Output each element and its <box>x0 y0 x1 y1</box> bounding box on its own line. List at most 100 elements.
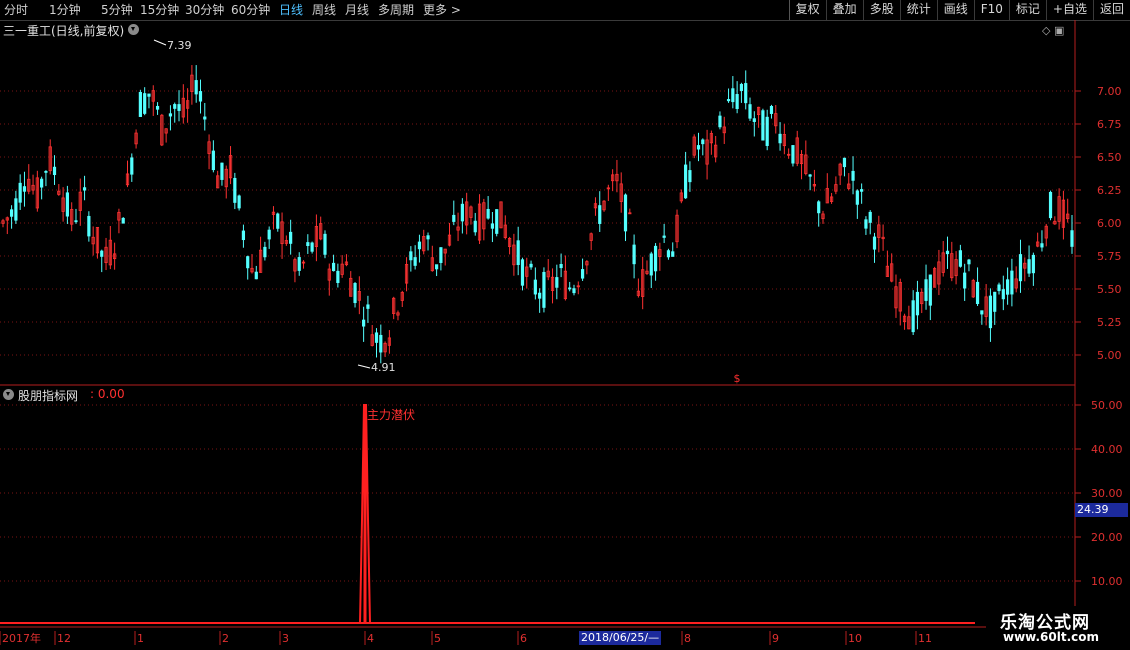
indicator-options-dropdown-icon[interactable] <box>3 389 14 400</box>
candle-down <box>542 271 546 308</box>
candle-down <box>374 332 379 343</box>
candle-down <box>1027 259 1031 274</box>
mark-button[interactable]: 标记 <box>1008 0 1046 20</box>
time-axis-label: 9 <box>772 632 779 645</box>
candle-down <box>1048 191 1053 219</box>
indicator-value: : 0.00 <box>90 387 125 401</box>
candle-down <box>808 174 812 177</box>
tab-period-more[interactable]: 更多 > <box>423 2 461 18</box>
price-tick-label: 5.75 <box>1097 250 1122 263</box>
candle-down <box>842 157 847 168</box>
cursor-date-label: 2018/06/25/— <box>579 631 662 645</box>
candle-down <box>1070 230 1074 247</box>
candle-down <box>173 104 177 109</box>
stats-button[interactable]: 统计 <box>899 0 937 20</box>
candle-down <box>791 145 795 164</box>
candle-down <box>529 263 533 268</box>
candle-down <box>924 279 928 301</box>
candle-down <box>662 235 666 238</box>
panel-toggle-icon[interactable]: ▣ <box>1054 24 1064 37</box>
candle-down <box>598 205 602 224</box>
diamond-icon[interactable]: ◇ <box>1042 24 1050 37</box>
candle-down <box>860 189 864 192</box>
time-axis-label: 4 <box>367 632 374 645</box>
candle-down <box>14 198 18 221</box>
candle-down <box>490 223 495 229</box>
tab-period-60min[interactable]: 60分钟 <box>231 2 270 18</box>
candle-down <box>168 113 173 117</box>
candle-down <box>198 91 203 102</box>
candle-down <box>735 94 739 109</box>
candle-down <box>855 190 859 205</box>
candle-down <box>915 291 920 316</box>
candle-down <box>1040 243 1044 248</box>
back-button[interactable]: 返回 <box>1092 0 1130 20</box>
candle-down <box>872 236 877 250</box>
period-toolbar: 分时 1分钟 5分钟 15分钟 30分钟 60分钟 日线 周线 月线 多周期 更… <box>0 0 1130 21</box>
multi-stock-button[interactable]: 多股 <box>862 0 900 20</box>
candle-down <box>696 145 701 150</box>
tab-period-30min[interactable]: 30分钟 <box>185 2 224 18</box>
tab-period-15min[interactable]: 15分钟 <box>140 2 179 18</box>
indicator-tick-label: 10.00 <box>1091 575 1123 588</box>
candle-down <box>769 105 774 114</box>
candle-down <box>555 277 559 288</box>
candle-down <box>473 220 477 233</box>
candle-down <box>417 241 422 250</box>
tab-period-1min[interactable]: 1分钟 <box>49 2 81 18</box>
stock-options-dropdown-icon[interactable] <box>128 24 139 35</box>
candle-down <box>520 259 525 286</box>
window-controls: ◇ ▣ <box>1042 24 1064 37</box>
candle-down <box>74 220 78 223</box>
candle-down <box>997 284 1001 292</box>
candle-down <box>409 251 413 261</box>
candle-down <box>1031 254 1035 274</box>
tab-period-fenshi[interactable]: 分时 <box>4 2 28 18</box>
f10-button[interactable]: F10 <box>973 0 1009 20</box>
candle-down <box>426 235 430 240</box>
time-axis-label: 2017年 <box>2 631 41 645</box>
time-axis-label: 11 <box>918 632 932 645</box>
candle-down <box>435 264 439 270</box>
signal-label: 主力潜伏 <box>367 408 415 422</box>
candle-down <box>495 209 499 234</box>
candle-down <box>864 219 868 229</box>
time-axis-label: 3 <box>282 632 289 645</box>
candle-down <box>9 209 14 217</box>
stock-title: 三一重工(日线,前复权) <box>3 24 125 38</box>
candle-down <box>323 233 327 255</box>
add-watchlist-button[interactable]: +自选 <box>1045 0 1093 20</box>
tab-period-daily[interactable]: 日线 <box>279 2 303 18</box>
candle-down <box>684 164 688 199</box>
candle-down <box>289 231 293 244</box>
draw-line-button[interactable]: 画线 <box>936 0 974 20</box>
candle-down <box>572 288 576 294</box>
tab-period-5min[interactable]: 5分钟 <box>101 2 133 18</box>
candle-down <box>726 99 731 102</box>
candle-down <box>559 264 563 269</box>
candle-down <box>194 80 198 95</box>
candle-down <box>744 83 748 104</box>
tab-period-multi[interactable]: 多周期 <box>378 2 414 18</box>
candle-down <box>336 270 340 284</box>
candle-down <box>568 287 572 290</box>
fuquan-button[interactable]: 复权 <box>788 0 826 20</box>
candle-down <box>765 116 769 146</box>
candle-down <box>65 192 69 217</box>
candle-down <box>263 246 267 258</box>
time-axis-label: 2 <box>222 632 229 645</box>
tab-period-weekly[interactable]: 周线 <box>312 2 336 18</box>
candle-down <box>748 104 752 119</box>
candle-down <box>623 194 628 232</box>
toolbar-right-buttons: 复权 叠加 多股 统计 画线 F10 标记 +自选 返回 <box>788 0 1130 20</box>
max-price-label: 7.39 <box>167 39 192 52</box>
candle-down <box>1018 254 1023 282</box>
candle-down <box>993 291 997 312</box>
overlay-button[interactable]: 叠加 <box>825 0 863 20</box>
indicator-title: 股朋指标网 <box>18 389 79 403</box>
min-price-pointer <box>357 364 371 369</box>
kline-chart[interactable]: 7.00 6.75 6.50 6.25 6.00 5.75 5.50 5.25 5.00 50.0… <box>0 20 1130 650</box>
candle-down <box>155 105 160 110</box>
candle-down <box>366 304 370 309</box>
tab-period-monthly[interactable]: 月线 <box>345 2 369 18</box>
